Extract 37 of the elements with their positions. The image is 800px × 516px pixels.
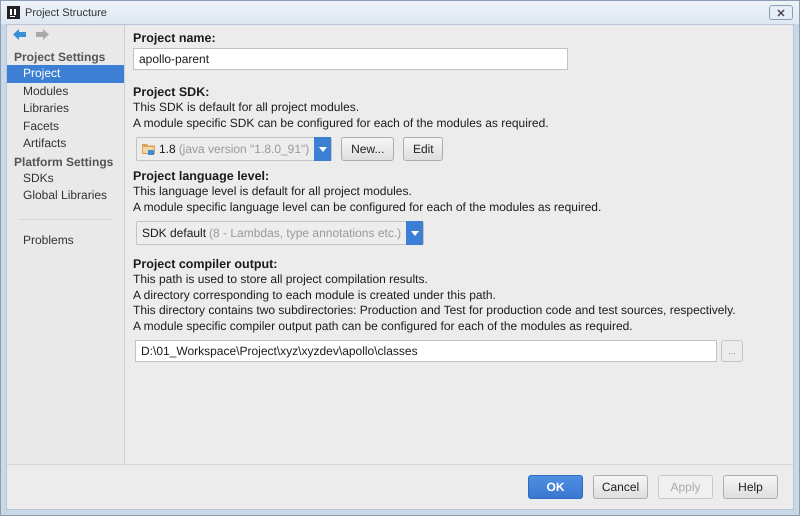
description-text: This path is used to store all project compilation results. [133, 272, 429, 288]
description-text: This language level is default for all project modules. [133, 184, 413, 200]
language-level-dropdown[interactable]: SDK default (8 - Lambdas, type annotations etc.) [136, 221, 424, 245]
field-label: Project name: [133, 31, 217, 46]
sidebar-item[interactable]: Global Libraries [7, 187, 124, 204]
sidebar-item[interactable]: Artifacts [7, 135, 124, 152]
window-title: Project Structure [25, 6, 108, 18]
description-text: A module specific compiler output path can be configured for each of the modules as required. [133, 318, 634, 334]
sidebar-item[interactable]: Libraries [7, 100, 124, 118]
sidebar-heading: Project Settings [13, 49, 106, 65]
sidebar-item[interactable]: SDKs [7, 170, 124, 187]
edit-button[interactable]: Edit [403, 137, 444, 161]
description-text: This directory contains two subdirectories: Production and Test for production code and test sources, respectively. [133, 303, 737, 318]
description-text: A module specific SDK can be configured for each of the modules as required. [133, 116, 550, 131]
description-text: This SDK is default for all project modules. [133, 100, 360, 116]
app-icon [7, 6, 20, 19]
dialog-button[interactable]: OK [528, 475, 583, 499]
output-path-field[interactable]: D:\01_Workspace\Project\xyz\xyzdev\apollo\classes [135, 340, 717, 362]
description-text: A directory corresponding to each module is created under this path. [133, 288, 497, 303]
sidebar-item[interactable]: Problems [7, 232, 124, 249]
close-icon [777, 8, 785, 16]
sidebar-item[interactable]: Modules [7, 82, 124, 100]
sidebar-item[interactable]: Project [7, 65, 124, 82]
close-button[interactable] [769, 5, 793, 20]
dialog-button[interactable]: Cancel [593, 475, 648, 499]
sdk-dropdown[interactable]: 1.8 (java version "1.8.0_91") [136, 137, 332, 161]
description-text: A module specific language level can be configured for each of the modules as required. [133, 200, 602, 215]
folder-icon [142, 143, 156, 155]
field-label: Project compiler output: [133, 257, 278, 272]
back-arrow-icon[interactable] [13, 29, 26, 40]
field-label: Project language level: [133, 169, 270, 184]
dialog-button[interactable]: Help [723, 475, 778, 499]
new-button[interactable]: New... [341, 137, 394, 161]
sidebar-heading: Platform Settings [13, 154, 114, 170]
field-label: Project SDK: [133, 85, 210, 100]
project-name-field[interactable]: apollo-parent [133, 48, 568, 70]
sidebar-item[interactable]: Facets [7, 118, 124, 135]
